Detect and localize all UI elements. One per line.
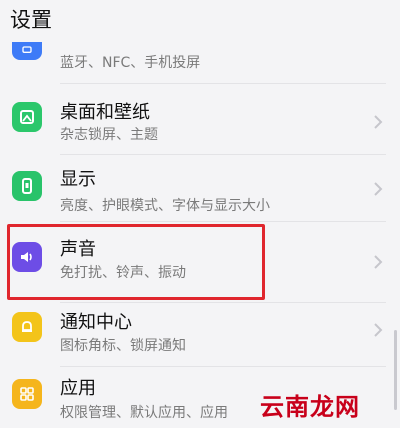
chevron-right-icon <box>374 115 383 129</box>
highlight-box <box>7 224 265 300</box>
bell-icon <box>12 312 42 342</box>
display-icon <box>12 171 42 201</box>
settings-item-apps-sub: 权限管理、默认应用、应用 <box>60 405 228 421</box>
settings-item-wallpaper-label: 桌面和壁纸 <box>60 102 150 123</box>
divider <box>60 366 386 367</box>
settings-item-notifications-label: 通知中心 <box>60 312 132 333</box>
divider <box>60 83 386 84</box>
settings-item-apps-label: 应用 <box>60 378 96 399</box>
settings-item-display[interactable]: 显示 亮度、护眼模式、字体与显示大小 <box>0 157 400 222</box>
watermark-logo: 云南龙网 <box>260 393 360 421</box>
settings-item-connections[interactable]: 蓝牙、NFC、手机投屏 <box>0 36 400 84</box>
divider <box>60 154 386 155</box>
connection-glyph <box>22 46 32 53</box>
wallpaper-icon <box>12 102 42 132</box>
scrollbar[interactable] <box>394 330 397 410</box>
page-title: 设置 <box>10 8 52 32</box>
chevron-right-icon <box>374 182 383 196</box>
settings-item-display-sub: 亮度、护眼模式、字体与显示大小 <box>60 198 270 214</box>
settings-item-notifications[interactable]: 通知中心 图标角标、锁屏通知 <box>0 302 400 367</box>
settings-item-notifications-sub: 图标角标、锁屏通知 <box>60 338 186 354</box>
connection-icon <box>12 42 42 60</box>
settings-item-connections-sub: 蓝牙、NFC、手机投屏 <box>60 55 201 71</box>
divider <box>60 302 386 303</box>
settings-item-wallpaper-sub: 杂志锁屏、主题 <box>60 127 158 143</box>
apps-icon <box>12 379 42 409</box>
settings-item-display-label: 显示 <box>60 169 96 190</box>
divider <box>60 221 386 222</box>
settings-item-wallpaper[interactable]: 桌面和壁纸 杂志锁屏、主题 <box>0 90 400 155</box>
chevron-right-icon <box>374 255 383 269</box>
chevron-right-icon <box>374 323 383 337</box>
